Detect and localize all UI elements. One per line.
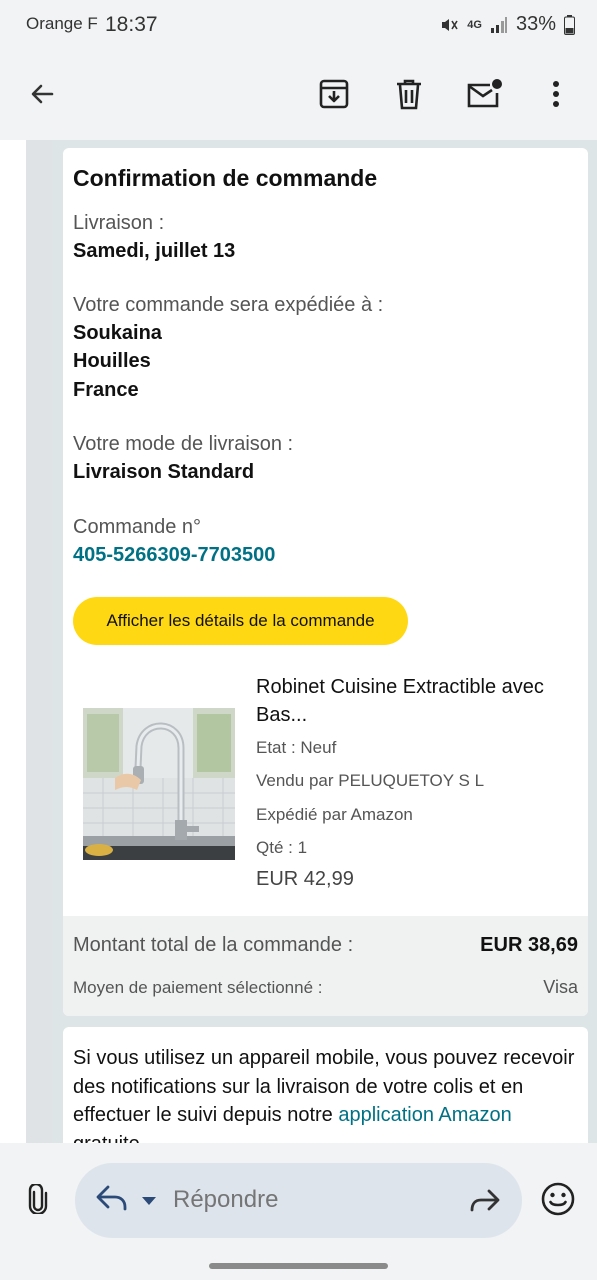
product-image[interactable] [83,708,235,860]
battery-percent: 33% [515,13,556,35]
shipping-mode-label: Votre mode de livraison : [73,433,294,455]
mark-unread-icon[interactable] [460,70,508,118]
shipping-mode: Livraison Standard [73,461,255,483]
app-notice-tail: gratuite. [73,1133,145,1144]
back-arrow-icon[interactable] [18,70,66,118]
reply-icon[interactable] [95,1183,129,1218]
product-quantity: Qté : 1 [256,838,308,857]
mute-icon [439,15,459,35]
status-bar: Orange F 18:37 4G 33% [0,0,597,52]
payment-method-label: Moyen de paiement sélectionné : [73,978,323,997]
order-total-panel: Montant total de la commande : EUR 38,69… [63,916,588,1016]
reply-bar [0,1143,597,1280]
signal-icon [490,16,508,34]
status-icons: 4G 33% [439,13,575,36]
network-type-label: 4G [467,18,482,31]
delivery-date: Samedi, juillet 13 [73,240,236,262]
product-price: EUR 42,99 [256,868,354,890]
ship-to-label: Votre commande sera expédiée à : [73,294,384,316]
email-toolbar [0,52,597,140]
more-options-icon[interactable] [532,70,580,118]
delivery-label: Livraison : [73,212,165,234]
emoji-icon[interactable] [540,1181,576,1222]
order-total-value: EUR 38,69 [480,934,578,956]
ship-to-city: Houilles [73,350,151,372]
product-shipper: Expédié par Amazon [256,805,413,824]
ship-to-country: France [73,379,139,401]
reply-input[interactable] [173,1186,433,1214]
ship-to-name: Soukaina [73,322,162,344]
product-condition: Etat : Neuf [256,738,337,757]
product-seller: Vendu par PELUQUETOY S L [256,771,485,790]
order-number-label: Commande n° [73,516,202,538]
reply-field[interactable] [75,1163,522,1238]
home-indicator[interactable] [209,1263,388,1269]
attachment-icon[interactable] [18,1179,58,1219]
page-title: Confirmation de commande [73,165,378,191]
forward-icon[interactable] [468,1185,502,1220]
order-number-link[interactable]: 405-5266309-7703500 [73,544,275,567]
archive-icon[interactable] [310,70,358,118]
delete-icon[interactable] [385,70,433,118]
order-total-label: Montant total de la commande : [73,934,354,956]
reply-options-caret-icon[interactable] [141,1193,157,1211]
payment-method-value: Visa [543,977,578,997]
carrier-name: Orange F [26,14,98,33]
app-notice-card: Si vous utilisez un appareil mobile, vou… [63,1027,588,1143]
email-body[interactable]: Confirmation de commande Livraison : Sam… [0,140,597,1143]
battery-icon [564,14,575,35]
amazon-app-link[interactable]: application Amazon [338,1104,511,1126]
view-order-details-button[interactable]: Afficher les détails de la commande [73,597,408,645]
product-title[interactable]: Robinet Cuisine Extractible avec Bas... [256,673,576,729]
clock: 18:37 [105,13,158,36]
thread-rail [26,140,52,1143]
order-confirmation-card: Confirmation de commande Livraison : Sam… [63,148,588,1016]
app-notice-text: Si vous utilisez un appareil mobile, vou… [73,1044,578,1143]
